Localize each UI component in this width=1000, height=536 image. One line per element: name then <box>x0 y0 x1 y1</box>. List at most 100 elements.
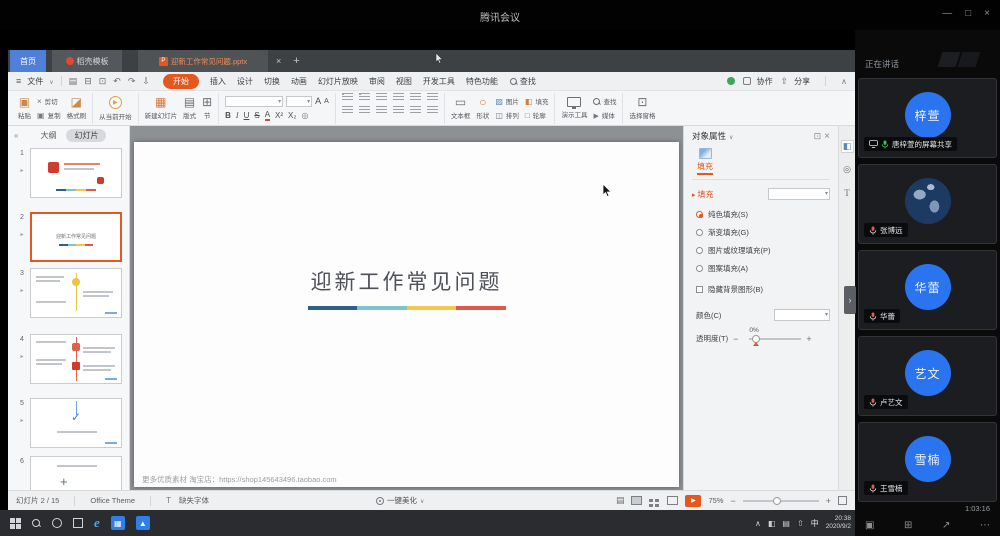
fill-button[interactable]: 填充 <box>525 96 548 106</box>
line-spacing-icon[interactable] <box>409 92 421 101</box>
tray-expand-icon[interactable] <box>755 519 761 528</box>
option-pattern-fill[interactable]: 图案填充(A) <box>696 263 830 274</box>
subscript-button[interactable]: X₂ <box>288 111 296 120</box>
copy-button[interactable]: 复制 <box>37 110 61 120</box>
pinned-app-icon[interactable] <box>110 516 125 530</box>
beautify-button[interactable]: 一键美化 <box>376 491 424 510</box>
justify-icon[interactable] <box>392 105 404 114</box>
columns-icon[interactable] <box>409 105 421 114</box>
zoom-in-button[interactable] <box>826 496 831 506</box>
bullet-list-icon[interactable] <box>341 92 353 101</box>
bold-button[interactable]: B <box>225 111 231 120</box>
panel-collapse-handle[interactable]: › <box>844 286 856 314</box>
close-panel-icon[interactable] <box>824 131 830 142</box>
align-right-icon[interactable] <box>375 105 387 114</box>
taskbar-search-icon[interactable] <box>32 518 41 528</box>
zoom-slider[interactable] <box>742 496 819 505</box>
strip-effects-tab[interactable] <box>841 163 854 176</box>
media-button[interactable]: 媒体 <box>593 110 616 120</box>
participant-tile[interactable]: 雪楠 王雪楠 <box>858 422 997 502</box>
strip-fill-tab[interactable] <box>840 140 854 153</box>
collab-button[interactable]: 协作 <box>742 76 773 87</box>
theme-name[interactable]: Office Theme <box>90 496 135 505</box>
color-select[interactable] <box>774 309 830 321</box>
slide-canvas[interactable]: 迎新工作常见问题 更多优质素材 淘宝店：https://shop14564349… <box>130 126 683 490</box>
fill-tab[interactable]: 填充 <box>692 148 718 175</box>
menu-slideshow[interactable]: 幻灯片放映 <box>318 76 358 87</box>
tab-close-icon[interactable]: × <box>276 56 281 66</box>
cut-button[interactable]: 剪切 <box>37 96 61 106</box>
font-name-select[interactable] <box>225 95 284 107</box>
find-button[interactable]: 查找 <box>509 76 536 87</box>
close-button[interactable]: × <box>984 8 990 19</box>
taskbar-clock[interactable]: 20:38 2020/9/2 <box>826 515 851 531</box>
align-objects-icon[interactable] <box>426 105 438 114</box>
preview-icon[interactable] <box>99 76 107 87</box>
volume-icon[interactable] <box>768 519 776 528</box>
numbered-list-icon[interactable] <box>358 92 370 101</box>
arrange-button[interactable]: 排列 <box>495 110 519 120</box>
more-options-icon[interactable] <box>980 520 990 531</box>
file-menu[interactable]: 文件 <box>16 76 54 87</box>
slide-sorter-view-button[interactable] <box>649 499 654 502</box>
option-texture-fill[interactable]: 图片或纹理填充(P) <box>696 245 830 256</box>
slide-divider-line[interactable] <box>307 306 506 310</box>
decrease-font-icon[interactable]: A <box>324 98 329 105</box>
slide-thumbnail-6[interactable] <box>30 456 122 490</box>
ribbon-find-button[interactable]: 查找 <box>593 96 616 106</box>
section-button[interactable]: 节 <box>202 96 212 120</box>
slide-thumbnail-4[interactable] <box>30 334 122 384</box>
textbox-button[interactable]: 文本框 <box>451 96 471 120</box>
zoom-slider-handle[interactable] <box>773 496 782 505</box>
cloud-sync-icon[interactable] <box>726 77 735 85</box>
tab-home[interactable]: 首页 <box>10 50 46 72</box>
ime-indicator[interactable]: 中 <box>811 518 819 529</box>
align-left-icon[interactable] <box>341 105 353 114</box>
expand-arrows-icon[interactable] <box>942 520 950 531</box>
switch-view-icon[interactable] <box>904 520 912 531</box>
decrease-indent-icon[interactable] <box>375 92 387 101</box>
save-icon[interactable] <box>69 76 78 87</box>
strip-text-tab[interactable] <box>841 186 854 199</box>
transparency-slider[interactable]: 0% <box>749 327 802 346</box>
network-icon[interactable] <box>797 519 804 528</box>
keyboard-icon[interactable] <box>782 519 790 528</box>
superscript-button[interactable]: X² <box>275 111 283 120</box>
zoom-out-button[interactable] <box>730 496 735 506</box>
transparency-plus-button[interactable]: + <box>806 334 811 344</box>
panel-collapse-icon[interactable] <box>14 131 18 140</box>
fit-to-window-button[interactable] <box>838 496 847 505</box>
tab-document[interactable]: P 迎新工作常见问题.pptx <box>138 50 268 72</box>
download-icon[interactable] <box>142 76 150 87</box>
shape-button[interactable]: 形状 <box>476 96 489 120</box>
menu-design[interactable]: 设计 <box>237 76 253 87</box>
add-slide-button[interactable]: + <box>60 474 68 489</box>
chevron-down-icon[interactable] <box>729 131 733 141</box>
format-painter-button[interactable]: 格式刷 <box>67 96 87 120</box>
italic-button[interactable]: I <box>236 111 239 120</box>
maximize-button[interactable]: □ <box>965 8 971 19</box>
new-tab-button[interactable]: + <box>293 55 299 67</box>
slide-thumbnail-5[interactable]: ✓ <box>30 398 122 448</box>
text-direction-icon[interactable] <box>426 92 438 101</box>
normal-view-button[interactable] <box>631 496 643 505</box>
menu-home[interactable]: 开始 <box>162 73 199 89</box>
menu-transition[interactable]: 切换 <box>264 76 280 87</box>
view-layout-icon[interactable] <box>865 520 874 531</box>
align-center-icon[interactable] <box>358 105 370 114</box>
collapse-ribbon-icon[interactable] <box>841 77 847 86</box>
menu-review[interactable]: 审阅 <box>369 76 385 87</box>
notes-icon[interactable] <box>616 495 625 506</box>
outline-button[interactable]: 轮廓 <box>525 110 549 120</box>
slide-thumbnail-1[interactable] <box>30 148 122 198</box>
print-icon[interactable] <box>84 76 92 87</box>
zoom-level[interactable]: 75% <box>708 496 723 505</box>
share-button[interactable]: 分享 <box>781 76 810 87</box>
font-color-button[interactable]: A <box>264 110 271 121</box>
slideshow-play-button[interactable] <box>685 494 702 507</box>
clear-format-icon[interactable] <box>302 111 309 120</box>
presentation-tools-button[interactable]: 演示工具 <box>561 97 587 119</box>
start-button[interactable] <box>10 517 21 529</box>
increase-indent-icon[interactable] <box>392 92 404 101</box>
menu-animation[interactable]: 动画 <box>291 76 307 87</box>
